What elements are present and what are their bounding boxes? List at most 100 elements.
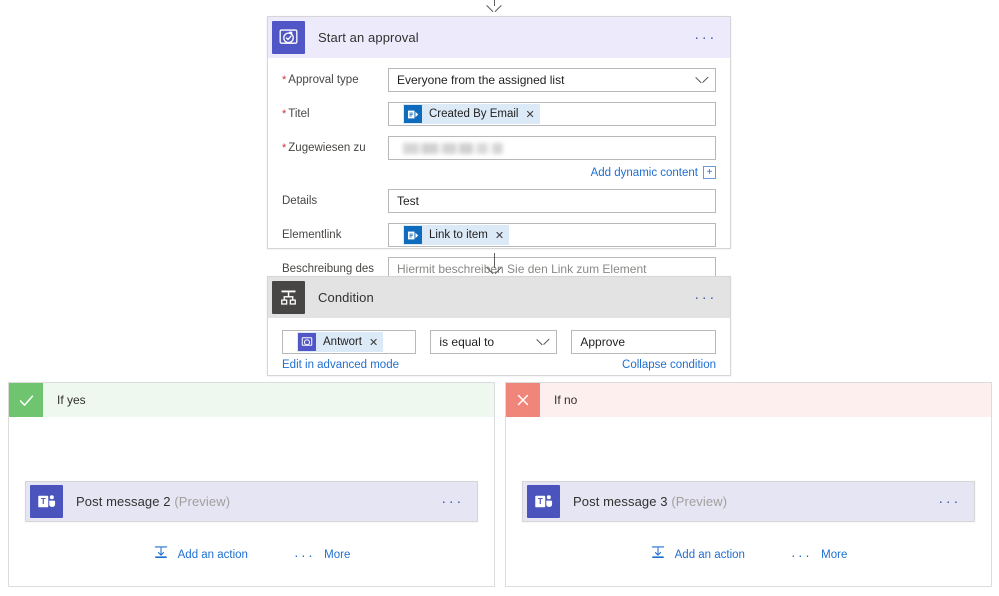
post-message-3-header[interactable]: T Post message 3 (Preview) ··· (523, 482, 974, 521)
approval-type-value: Everyone from the assigned list (397, 73, 565, 87)
field-label-details: Details (282, 195, 318, 207)
post-message-3-menu-button[interactable]: ··· (938, 494, 961, 509)
chevron-down-icon (537, 337, 548, 348)
condition-value-input[interactable]: Approve (571, 330, 717, 354)
action-card-post-message-2[interactable]: T Post message 2 (Preview) ··· (25, 481, 478, 522)
branch-label-if-no: If no (554, 393, 578, 407)
add-an-action-label: Add an action (177, 548, 248, 561)
teams-icon: T (30, 485, 63, 518)
add-an-action-button-if-no[interactable]: Add an action (650, 545, 745, 564)
condition-operator-value: is equal to (439, 335, 495, 349)
condition-operator-dropdown[interactable]: is equal to (430, 330, 558, 354)
more-label: More (324, 548, 351, 561)
form-row-titel: * Titel Created By Email ✕ (282, 102, 716, 126)
field-label-zugewiesen-zu: * Zugewiesen zu (282, 142, 366, 154)
collapse-condition-link[interactable]: Collapse condition (622, 359, 716, 371)
post-message-2-title: Post message 2 (Preview) (76, 494, 231, 509)
condition-card-menu-button[interactable]: ··· (694, 290, 717, 305)
ellipsis-icon: ··· (790, 546, 813, 563)
remove-token-icon[interactable]: ✕ (525, 108, 534, 121)
field-label-elementlink: Elementlink (282, 229, 342, 241)
required-marker: * (282, 74, 287, 86)
approval-icon (298, 333, 316, 351)
add-action-icon (650, 545, 666, 564)
add-dynamic-content-row: Add dynamic content + (282, 166, 716, 179)
preview-label: (Preview) (174, 494, 231, 509)
branch-label-if-yes: If yes (57, 393, 86, 407)
titel-input[interactable]: Created By Email ✕ (388, 102, 716, 126)
more-button-if-no[interactable]: ··· More (790, 546, 848, 563)
zugewiesen-zu-input[interactable] (388, 136, 716, 160)
ellipsis-icon: ··· (293, 546, 316, 563)
placeholder-text: Hiermit beschreiben Sie den Link zum Ele… (397, 262, 647, 276)
add-action-icon (153, 545, 169, 564)
field-label-titel: * Titel (282, 108, 310, 120)
field-label-approval-type: * Approval type (282, 74, 359, 86)
token-label: Link to item (429, 229, 488, 241)
condition-icon (272, 281, 305, 314)
add-an-action-button-if-yes[interactable]: Add an action (153, 545, 248, 564)
chevron-down-icon (696, 75, 707, 86)
edit-in-advanced-mode-link[interactable]: Edit in advanced mode (282, 359, 399, 371)
remove-token-icon[interactable]: ✕ (369, 336, 378, 349)
preview-label: (Preview) (671, 494, 728, 509)
condition-right-operand: Approve (571, 330, 717, 354)
connector-top (493, 0, 495, 14)
connector-approval-to-condition (493, 253, 495, 276)
redacted-value (403, 142, 523, 154)
teams-icon: T (527, 485, 560, 518)
branch-body-if-yes: T Post message 2 (Preview) ··· Add an ac… (9, 417, 494, 586)
token-label: Antwort (323, 336, 362, 348)
condition-operator: is equal to (430, 330, 558, 354)
add-an-action-label: Add an action (674, 548, 745, 561)
branch-body-if-no: T Post message 3 (Preview) ··· Add an ac… (506, 417, 991, 586)
flow-designer-canvas: Start an approval ··· * Approval type Eve… (0, 0, 999, 596)
sharepoint-icon (404, 105, 422, 123)
sharepoint-icon (404, 226, 422, 244)
branch-header-if-no: If no (506, 383, 991, 417)
condition-left-operand: Antwort ✕ (282, 330, 417, 354)
condition-body: Antwort ✕ is equal to Approve Edit in ad… (268, 318, 730, 383)
more-label: More (821, 548, 848, 561)
action-card-header[interactable]: Start an approval ··· (268, 17, 730, 58)
required-marker: * (282, 142, 287, 154)
branch-if-no: If no T Post message 3 (Preview) ··· Add… (505, 382, 992, 587)
post-message-2-header[interactable]: T Post message 2 (Preview) ··· (26, 482, 477, 521)
more-button-if-yes[interactable]: ··· More (293, 546, 351, 563)
condition-card-title: Condition (318, 290, 374, 305)
details-value: Test (397, 194, 420, 208)
action-card-condition[interactable]: Condition ··· Antwort ✕ is equal to Appr… (267, 276, 731, 376)
action-card-menu-button[interactable]: ··· (694, 30, 717, 45)
dynamic-token-link-to-item[interactable]: Link to item ✕ (403, 225, 510, 245)
condition-value: Approve (580, 335, 626, 349)
form-row-details: Details Test (282, 189, 716, 213)
elementlink-input[interactable]: Link to item ✕ (388, 223, 716, 247)
condition-card-header[interactable]: Condition ··· (268, 277, 730, 318)
post-message-2-menu-button[interactable]: ··· (441, 494, 464, 509)
branch-header-if-yes: If yes (9, 383, 494, 417)
dynamic-token-antwort[interactable]: Antwort ✕ (297, 332, 384, 352)
condition-links: Edit in advanced mode Collapse condition (282, 359, 716, 371)
branch-footer-if-yes: Add an action ··· More (9, 545, 494, 564)
required-marker: * (282, 108, 287, 120)
action-card-post-message-3[interactable]: T Post message 3 (Preview) ··· (522, 481, 975, 522)
condition-left-input[interactable]: Antwort ✕ (282, 330, 417, 354)
form-row-zugewiesen-zu: * Zugewiesen zu (282, 136, 716, 160)
details-input[interactable]: Test (388, 189, 716, 213)
approval-type-dropdown[interactable]: Everyone from the assigned list (388, 68, 716, 92)
form-row-approval-type: * Approval type Everyone from the assigne… (282, 68, 716, 92)
add-dynamic-content-link[interactable]: Add dynamic content (591, 167, 698, 179)
dynamic-token-created-by-email[interactable]: Created By Email ✕ (403, 104, 540, 124)
post-message-3-title: Post message 3 (Preview) (573, 494, 728, 509)
action-card-title: Start an approval (318, 30, 419, 45)
remove-token-icon[interactable]: ✕ (495, 229, 504, 242)
action-card-start-an-approval[interactable]: Start an approval ··· * Approval type Eve… (267, 16, 731, 288)
token-label: Created By Email (429, 108, 519, 120)
add-dynamic-content-icon[interactable]: + (703, 166, 716, 179)
condition-row: Antwort ✕ is equal to Approve (282, 330, 717, 354)
svg-text:T: T (41, 497, 46, 506)
form-row-elementlink: Elementlink Link to item ✕ (282, 223, 716, 247)
close-icon (506, 383, 540, 417)
check-icon (9, 383, 43, 417)
branch-if-yes: If yes T Post message 2 (Preview) ··· Ad… (8, 382, 495, 587)
